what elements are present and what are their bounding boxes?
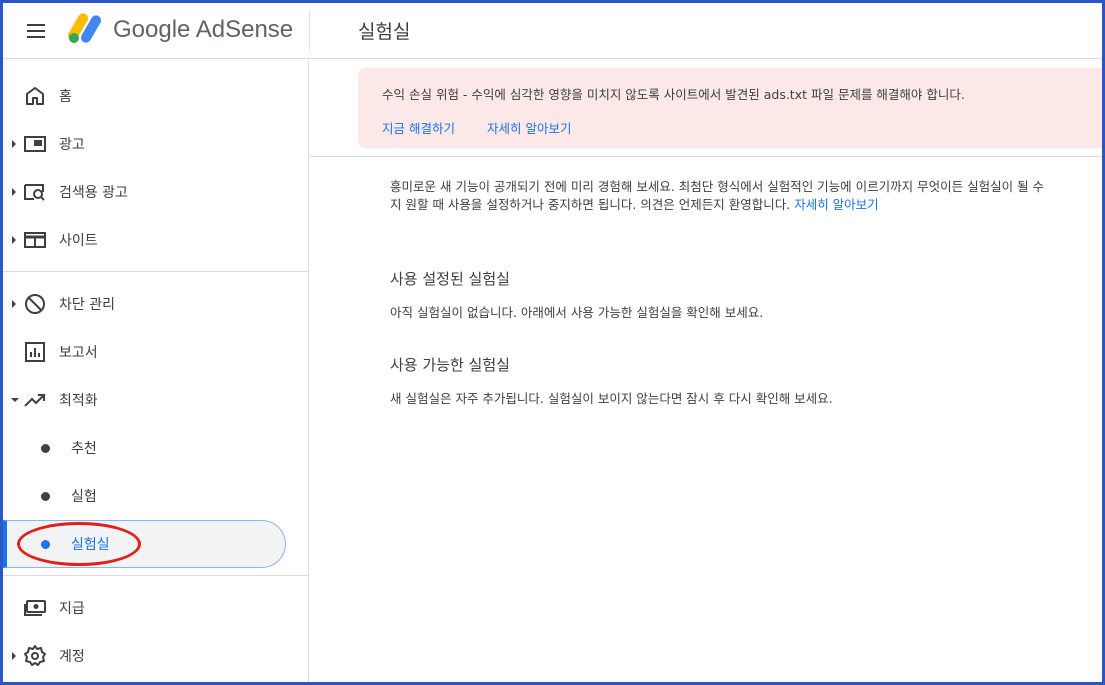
sidebar-item-label: 최적화 (59, 393, 98, 409)
menu-icon[interactable] (25, 19, 49, 43)
sidebar-item-label: 보고서 (59, 345, 98, 361)
expand-arrow-icon[interactable] (12, 188, 16, 196)
expand-arrow-icon[interactable] (12, 300, 16, 308)
sidebar-item-label: 광고 (59, 137, 85, 153)
collapse-arrow-icon[interactable] (11, 398, 19, 402)
intro-learn-more-link[interactable]: 자세히 알아보기 (794, 197, 878, 212)
fix-now-link[interactable]: 지금 해결하기 (382, 118, 455, 137)
sidebar-item-label: 홈 (59, 89, 72, 105)
expand-arrow-icon[interactable] (12, 140, 16, 148)
app-name: Google AdSense (113, 16, 294, 43)
payments-icon (24, 600, 46, 616)
annotation-circle (17, 522, 141, 566)
sidebar-nav: 홈 광고 검색용 광고 사이트 차단 관리 보고서 최적화 추천 실험 실험실 … (3, 60, 309, 682)
enabled-labs-text: 아직 실험실이 없습니다. 아래에서 사용 가능한 실험실을 확인해 보세요. (390, 305, 764, 320)
sidebar-item-label: 차단 관리 (59, 297, 115, 313)
sidebar-item-sites[interactable]: 사이트 (3, 216, 309, 264)
sidebar-item-ads[interactable]: 광고 (3, 120, 309, 168)
expand-arrow-icon[interactable] (12, 652, 16, 660)
adsense-logo-icon (68, 13, 101, 43)
reports-icon (25, 342, 45, 362)
sidebar-item-optimization[interactable]: 최적화 (3, 376, 309, 424)
ads-txt-warning-banner: 수익 손실 위험 - 수익에 심각한 영향을 미치지 않도록 사이트에서 발견된… (358, 68, 1105, 148)
bullet-icon (41, 444, 50, 453)
sidebar-item-block-management[interactable]: 차단 관리 (3, 280, 309, 328)
banner-message: 수익 손실 위험 - 수익에 심각한 영향을 미치지 않도록 사이트에서 발견된… (382, 87, 965, 102)
sidebar-item-account[interactable]: 계정 (3, 632, 309, 680)
sidebar-subitem-experiments[interactable]: 실험 (3, 472, 309, 520)
sidebar-item-home[interactable]: 홈 (3, 72, 309, 120)
enabled-labs-title: 사용 설정된 실험실 (390, 270, 510, 288)
sidebar-item-label: 지급 (59, 601, 85, 617)
expand-arrow-icon[interactable] (12, 236, 16, 244)
bullet-icon (41, 492, 50, 501)
available-labs-title: 사용 가능한 실험실 (390, 356, 510, 374)
intro-line-2-text: 지 원할 때 사용을 설정하거나 중지하면 됩니다. 의견은 언제든지 환영합니… (390, 197, 791, 212)
sidebar-item-label: 사이트 (59, 233, 98, 249)
sidebar-item-search-ads[interactable]: 검색용 광고 (3, 168, 309, 216)
sidebar-item-label: 검색용 광고 (59, 185, 128, 201)
sidebar-divider (3, 575, 309, 576)
sidebar-subitem-recommendations[interactable]: 추천 (3, 424, 309, 472)
sidebar-divider (3, 271, 309, 272)
sidebar-subitem-label: 실험 (71, 489, 97, 505)
page-title: 실험실 (358, 21, 411, 43)
sidebar-item-payments[interactable]: 지급 (3, 584, 309, 632)
labs-intro: 흥미로운 새 기능이 공개되기 전에 미리 경험해 보세요. 최첨단 형식에서 … (390, 178, 1105, 214)
header-divider (309, 10, 310, 50)
learn-more-link[interactable]: 자세히 알아보기 (487, 118, 571, 137)
ads-icon (24, 136, 46, 152)
sidebar-item-reports[interactable]: 보고서 (3, 328, 309, 376)
settings-icon (24, 645, 46, 666)
sites-icon (24, 232, 46, 248)
content-divider (310, 156, 1102, 157)
intro-line-2: 지 원할 때 사용을 설정하거나 중지하면 됩니다. 의견은 언제든지 환영합니… (390, 196, 1105, 214)
sidebar-subitem-label: 추천 (71, 441, 97, 457)
block-icon (25, 294, 45, 314)
home-icon (26, 87, 44, 105)
sidebar-item-label: 계정 (59, 649, 85, 665)
optimization-icon (24, 394, 45, 407)
available-labs-text: 새 실험실은 자주 추가됩니다. 실험실이 보이지 않는다면 잠시 후 다시 확… (390, 391, 833, 406)
search-ads-icon (24, 184, 45, 201)
top-app-bar: Google AdSense 실험실 (3, 3, 1102, 59)
intro-line-1: 흥미로운 새 기능이 공개되기 전에 미리 경험해 보세요. 최첨단 형식에서 … (390, 179, 1045, 194)
